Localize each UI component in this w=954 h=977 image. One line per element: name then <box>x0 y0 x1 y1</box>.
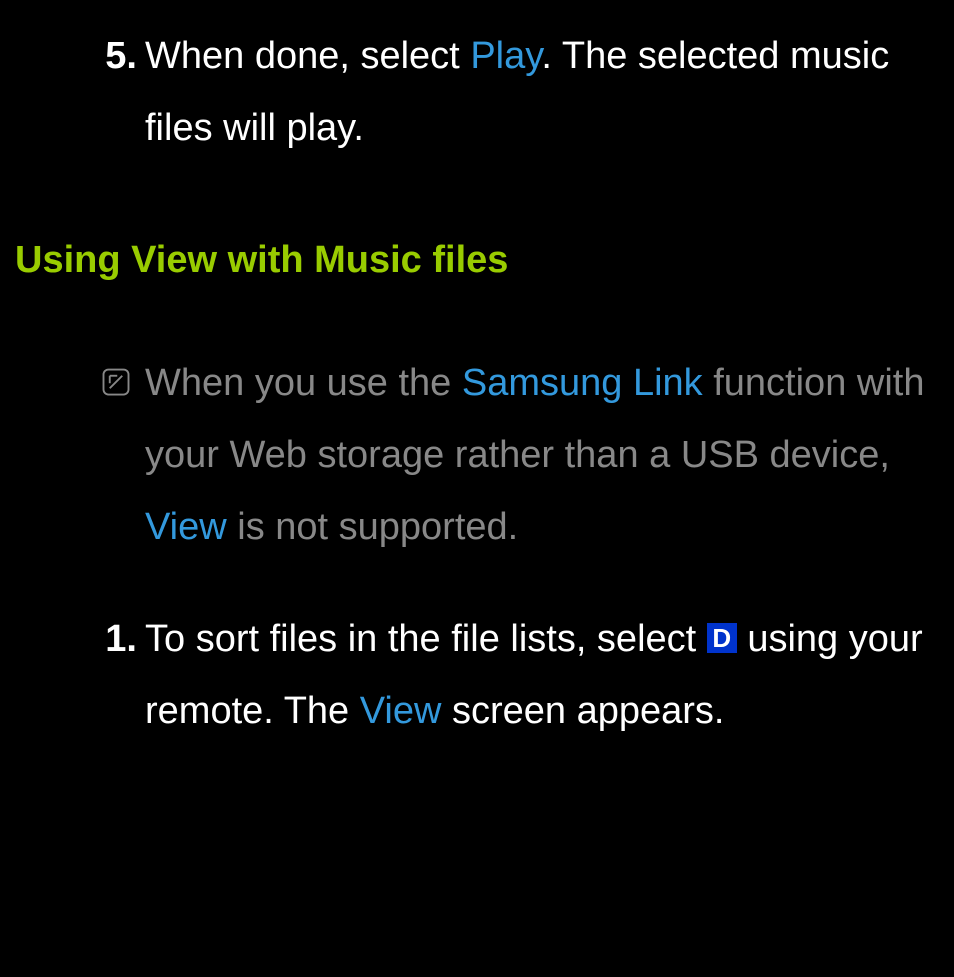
note-highlight-samsung-link: Samsung Link <box>462 362 703 404</box>
section-heading: Using View with Music files <box>15 224 939 296</box>
note-highlight-view: View <box>145 506 227 548</box>
step-number-1: 1. <box>15 603 145 747</box>
step1-text-after: screen appears. <box>441 690 724 732</box>
step1-highlight-view: View <box>360 690 442 732</box>
step-item-1: 1. To sort files in the file lists, sele… <box>15 603 939 747</box>
step1-text-before: To sort files in the file lists, select <box>145 618 707 660</box>
note-text-after: is not supported. <box>227 506 519 548</box>
step-content-1: To sort files in the file lists, select … <box>145 603 939 747</box>
d-button-icon: D <box>707 623 737 653</box>
item5-highlight-play: Play <box>470 35 541 77</box>
note-icon <box>15 347 145 564</box>
note-content: When you use the Samsung Link function w… <box>145 347 939 564</box>
note-item: When you use the Samsung Link function w… <box>15 347 939 564</box>
list-content-5: When done, select Play. The selected mus… <box>145 20 939 164</box>
item5-text-before: When done, select <box>145 35 470 77</box>
list-item-5: 5. When done, select Play. The selected … <box>15 20 939 164</box>
list-number-5: 5. <box>15 20 145 164</box>
note-text-before: When you use the <box>145 362 462 404</box>
